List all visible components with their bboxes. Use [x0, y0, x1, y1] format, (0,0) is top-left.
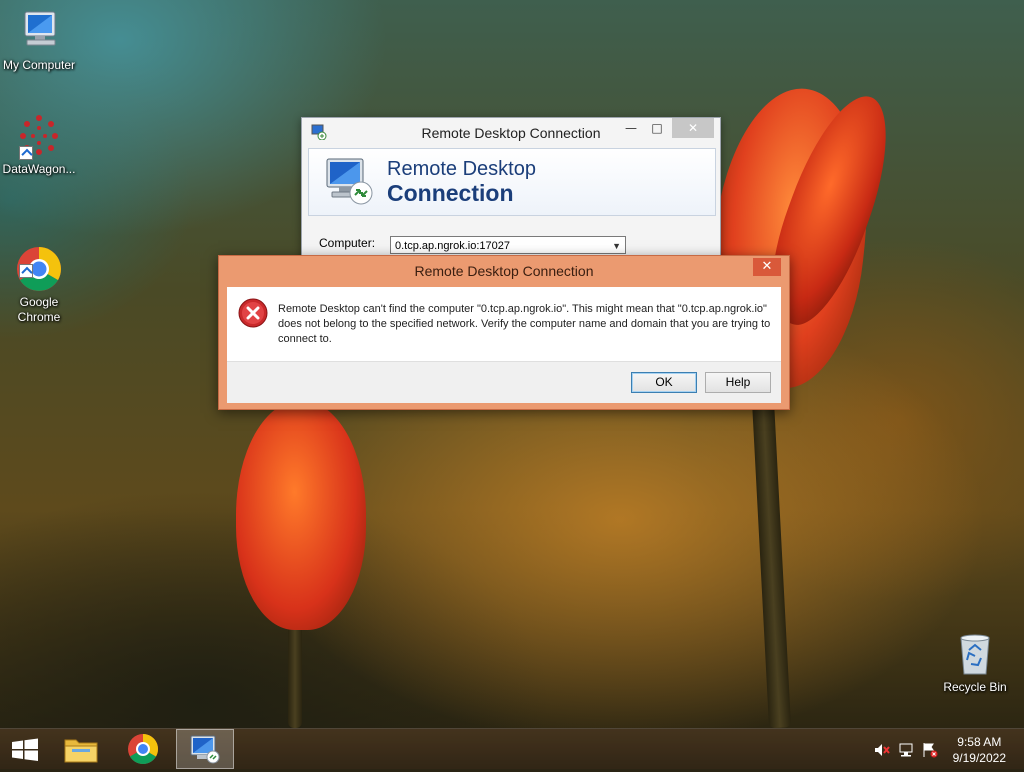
banner-title-line2: Connection [387, 180, 514, 206]
volume-muted-icon[interactable] [874, 742, 890, 758]
datawagon-icon [15, 112, 63, 160]
taskbar: 9:58 AM 9/19/2022 [0, 728, 1024, 769]
desktop-icon-label: Recycle Bin [943, 680, 1007, 694]
tulip-left [236, 400, 366, 630]
system-clock[interactable]: 9:58 AM 9/19/2022 [953, 734, 1006, 766]
rdc-banner: Remote Desktop Connection [308, 148, 716, 216]
flower-stem [750, 379, 792, 728]
remote-desktop-icon [323, 155, 375, 207]
desktop-icon-my-computer[interactable]: My Computer [0, 8, 78, 73]
error-close-button[interactable]: ✕ [753, 258, 781, 276]
taskbar-chrome[interactable] [124, 729, 162, 769]
action-center-flag-icon[interactable] [922, 742, 938, 758]
desktop-icon-label: Google Chrome [17, 295, 61, 324]
shortcut-arrow-icon [19, 264, 33, 278]
chrome-icon [15, 230, 63, 291]
ok-button[interactable]: OK [631, 372, 697, 393]
rdc-window[interactable]: Remote Desktop Connection — □ ✕ Remote D… [301, 117, 721, 269]
error-dialog[interactable]: Remote Desktop Connection ✕ Remote Deskt… [218, 255, 790, 410]
rdc-titlebar[interactable]: Remote Desktop Connection — □ ✕ [302, 118, 720, 146]
clock-date: 9/19/2022 [952, 751, 1006, 765]
maximize-button[interactable]: □ [646, 118, 668, 138]
minimize-button[interactable]: — [620, 118, 642, 138]
network-icon[interactable] [898, 742, 914, 758]
folder-icon [64, 739, 98, 763]
windows-logo-icon [12, 738, 38, 761]
help-button[interactable]: Help [705, 372, 771, 393]
computer-combobox[interactable]: 0.tcp.ap.ngrok.io:17027 ▼ [390, 236, 626, 254]
desktop-icon-google-chrome[interactable]: Google Chrome [0, 215, 78, 340]
remote-desktop-icon [190, 735, 220, 764]
desktop-icon-recycle-bin[interactable]: Recycle Bin [936, 630, 1014, 695]
recycle-bin-icon [951, 630, 999, 678]
desktop-icon-label: DataWagon... [2, 162, 76, 176]
error-dialog-footer: OK Help [227, 361, 781, 403]
close-button[interactable]: ✕ [672, 118, 714, 138]
error-icon [238, 298, 268, 328]
taskbar-remote-desktop[interactable] [176, 729, 234, 769]
computer-value: 0.tcp.ap.ngrok.io:17027 [395, 240, 510, 252]
computer-icon [15, 8, 63, 56]
taskbar-file-explorer[interactable] [62, 729, 100, 769]
error-dialog-body: Remote Desktop can't find the computer "… [227, 287, 781, 361]
desktop-icon-datawagon[interactable]: DataWagon... [0, 112, 78, 177]
banner-title-line1: Remote Desktop [387, 158, 536, 180]
computer-label: Computer: [319, 236, 376, 250]
start-button[interactable] [8, 729, 42, 769]
chevron-down-icon[interactable]: ▼ [612, 237, 621, 255]
chrome-icon [128, 734, 159, 765]
desktop-icon-label: My Computer [2, 58, 76, 72]
clock-time: 9:58 AM [957, 735, 1002, 749]
shortcut-arrow-icon [19, 146, 33, 160]
error-dialog-title: Remote Desktop Connection [414, 263, 594, 279]
error-message: Remote Desktop can't find the computer "… [278, 303, 771, 345]
desktop-background: My Computer DataWagon... Google Chrome R… [0, 0, 1024, 728]
